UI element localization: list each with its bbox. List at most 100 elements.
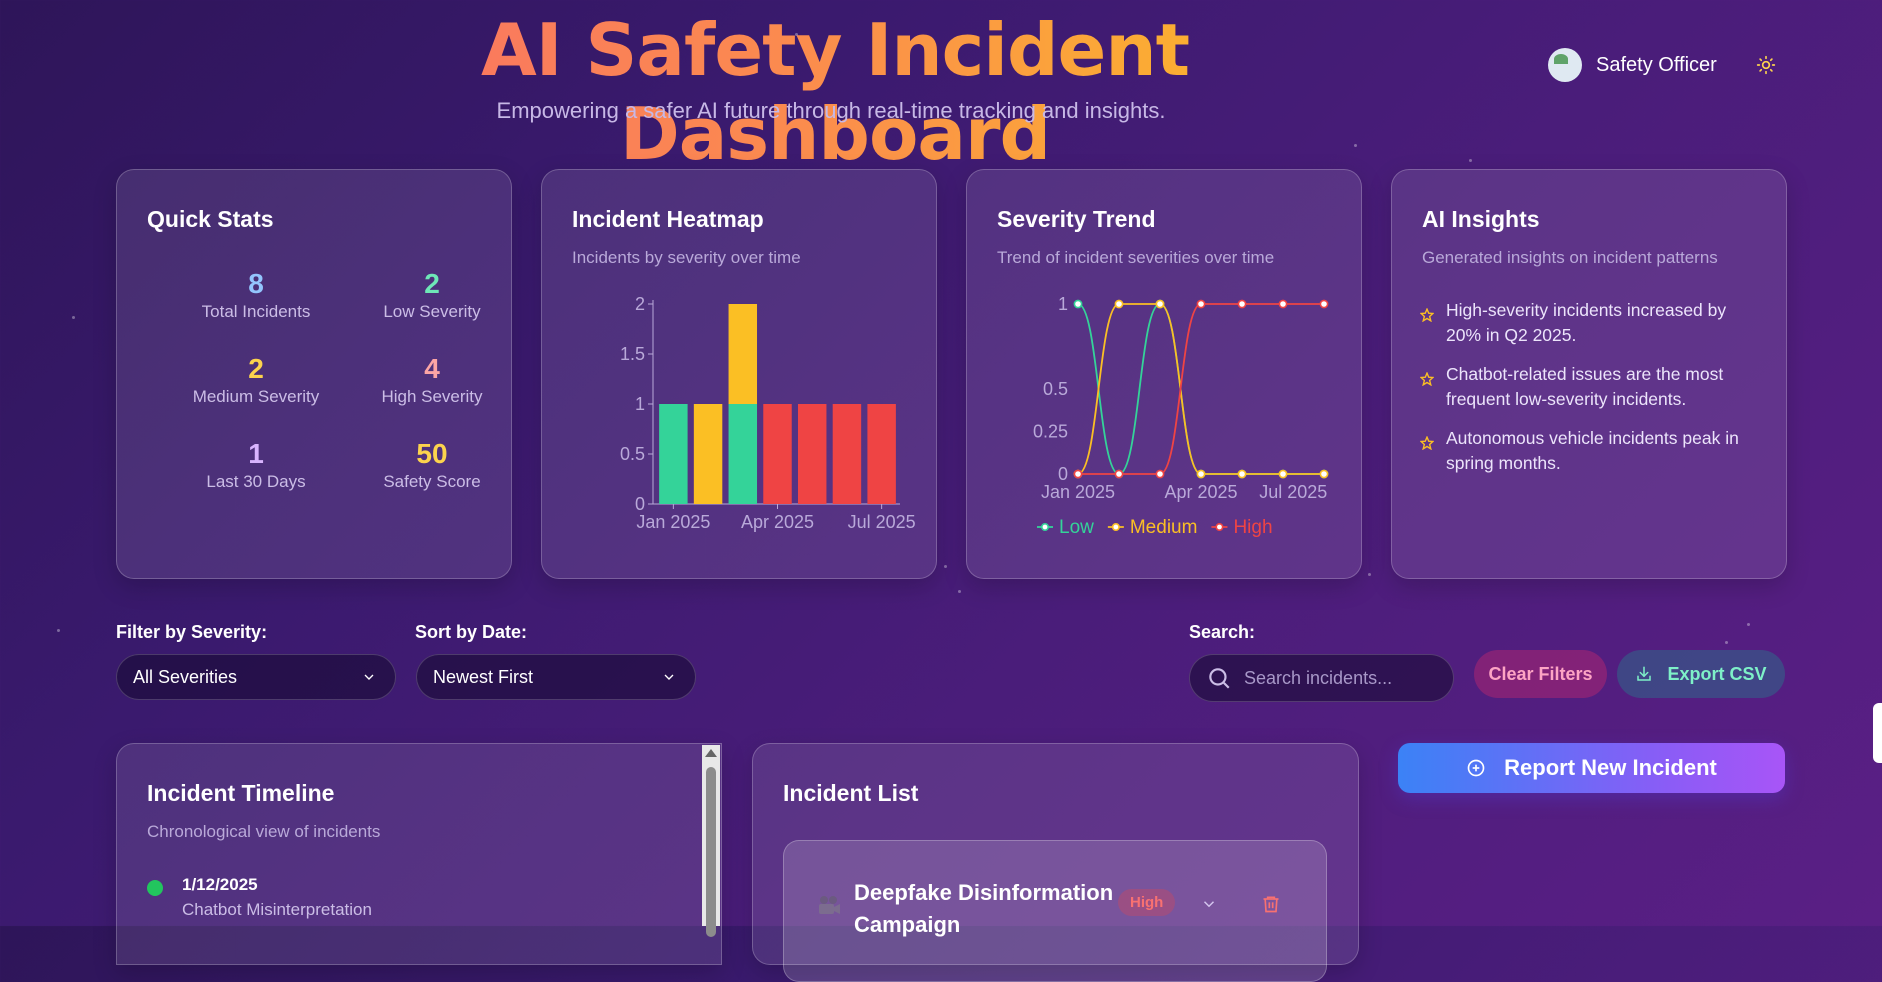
quick-stats-card: Quick Stats 8 Total Incidents 2 Low Seve… (116, 169, 512, 579)
incident-item[interactable]: Deepfake Disinformation Campaign High (783, 840, 1327, 982)
search-input[interactable] (1242, 666, 1446, 690)
scrollbar-thumb[interactable] (706, 767, 716, 937)
stat-value: 2 (248, 353, 264, 384)
timeline-item-title[interactable]: Chatbot Misinterpretation (182, 900, 372, 920)
trend-line-low (1077, 303, 1324, 475)
card-subtitle: Chronological view of incidents (147, 822, 381, 841)
trend-point (1319, 469, 1329, 479)
y-tick-label: 1 (1058, 294, 1068, 314)
x-tick-label: Jan 2025 (636, 512, 710, 532)
video-camera-icon (819, 896, 840, 914)
stat-value: 50 (416, 438, 448, 469)
stat-label: High Severity (381, 387, 483, 406)
report-new-incident-button[interactable]: Report New Incident (1398, 743, 1785, 793)
trend-point (1237, 299, 1247, 309)
incident-timeline-card[interactable]: Incident Timeline Chronological view of … (116, 743, 722, 965)
scroll-up-arrow[interactable] (705, 749, 717, 757)
trend-point (1073, 299, 1083, 309)
stat-label: Last 30 Days (206, 472, 306, 491)
insight-item: Autonomous vehicle incidents peak in spr… (1419, 426, 1760, 476)
stat-label: Low Severity (383, 302, 481, 321)
download-icon (1637, 666, 1652, 681)
severity-badge: High (1118, 889, 1176, 916)
trash-icon[interactable] (1261, 894, 1281, 914)
stat-safety-score: 50 Safety Score (347, 438, 517, 492)
user-name: Safety Officer (1596, 53, 1717, 76)
x-tick-label: Jul 2025 (1259, 482, 1327, 502)
sort-label: Sort by Date: (415, 622, 528, 642)
trend-point (1237, 469, 1247, 479)
sort-select[interactable]: Newest First (416, 654, 696, 700)
stat-total-incidents: 8 Total Incidents (171, 268, 341, 322)
trend-point (1114, 299, 1124, 309)
severity-filter-select[interactable]: All Severities (116, 654, 396, 700)
stat-value: 1 (248, 438, 264, 469)
ai-insights-card: AI Insights Generated insights on incide… (1391, 169, 1787, 579)
stat-value: 8 (248, 268, 264, 299)
legend-marker (1111, 522, 1120, 531)
stat-label: Safety Score (383, 472, 481, 491)
y-tick-label: 0 (635, 494, 645, 514)
trend-point (1196, 299, 1206, 309)
card-title: Incident List (783, 780, 919, 806)
incident-list-card: Incident List Deepfake Disinformation Ca… (752, 743, 1359, 982)
star-icon (1419, 298, 1436, 348)
insight-item: High-severity incidents increased by 20%… (1419, 298, 1760, 348)
severity-filter-label: Filter by Severity: (116, 622, 268, 642)
side-panel-tab[interactable] (1873, 703, 1882, 763)
trend-point (1073, 469, 1083, 479)
trend-point (1319, 299, 1329, 309)
trend-point (1278, 469, 1288, 479)
x-tick-label: Jul 2025 (848, 512, 916, 532)
page-subtitle: Empowering a safer AI future through rea… (496, 98, 1166, 123)
plus-circle-icon (1467, 759, 1485, 777)
y-tick-label: 0.5 (620, 444, 645, 464)
avatar[interactable] (1548, 48, 1582, 82)
x-tick-label: Jan 2025 (1041, 482, 1115, 502)
legend-marker (1041, 522, 1050, 531)
heatmap-bar (693, 404, 723, 504)
timeline-dot (147, 880, 163, 896)
chevron-down-icon[interactable] (1200, 895, 1218, 913)
x-tick-label: Apr 2025 (741, 512, 814, 532)
clear-filters-label: Clear Filters (1488, 663, 1593, 684)
export-csv-button[interactable]: Export CSV (1617, 650, 1785, 698)
severity-trend-card: Severity Trend Trend of incident severit… (966, 169, 1362, 579)
sort-value: Newest First (433, 666, 534, 687)
legend-label: Medium (1130, 517, 1198, 538)
user-menu[interactable]: Safety Officer (1548, 48, 1781, 82)
insight-text: Autonomous vehicle incidents peak in spr… (1446, 428, 1739, 473)
stat-low-severity: 2 Low Severity (347, 268, 517, 322)
y-tick-label: 0.5 (1043, 379, 1068, 399)
chevron-down-icon (664, 674, 674, 680)
insights-list: High-severity incidents increased by 20%… (1419, 298, 1760, 490)
search-box[interactable] (1189, 654, 1454, 702)
insight-item: Chatbot-related issues are the most freq… (1419, 362, 1760, 412)
trend-point (1155, 469, 1165, 479)
heatmap-bar (797, 404, 827, 504)
y-tick-label: 2 (635, 294, 645, 314)
timeline-scrollbar[interactable] (702, 745, 720, 937)
stat-medium-severity: 2 Medium Severity (171, 353, 341, 407)
severity-trend-chart: 0 0.25 0.5 1 Jan 2025 Apr 2025 Jul 2025 Low Medi… (1033, 294, 1329, 538)
theme-toggle-button[interactable] (1751, 50, 1781, 80)
y-tick-label: 1 (635, 394, 645, 414)
chevron-down-icon (364, 674, 374, 680)
search-icon (1209, 668, 1230, 689)
clear-filters-button[interactable]: Clear Filters (1474, 650, 1607, 698)
sun-icon (1756, 55, 1775, 75)
heatmap-bar (659, 404, 688, 504)
star-icon (1419, 426, 1436, 476)
heatmap-bar (763, 404, 792, 504)
page-title: AI Safety Incident Dashboard (290, 8, 1380, 176)
legend-label: Low (1059, 517, 1094, 538)
export-csv-label: Export CSV (1667, 663, 1767, 684)
trend-point (1155, 299, 1165, 309)
insight-text: High-severity incidents increased by 20%… (1446, 300, 1727, 345)
stat-value: 2 (424, 268, 440, 299)
star-icon (1419, 362, 1436, 412)
stat-last-30-days: 1 Last 30 Days (171, 438, 341, 492)
card-title: Quick Stats (147, 206, 274, 232)
heatmap-card: Incident Heatmap Incidents by severity o… (541, 169, 937, 579)
heatmap-chart: 0 0.5 1 1.5 2 Jan 2025 Apr 2025 Jul 2025 (620, 294, 916, 532)
